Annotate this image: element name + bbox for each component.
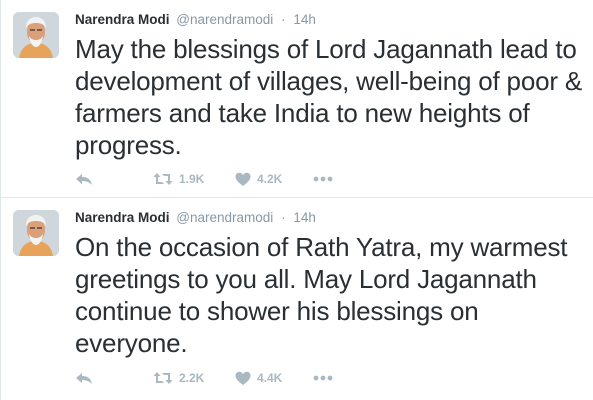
tweet-header: Narendra Modi @narendramodi · 14h — [75, 11, 316, 29]
author-handle[interactable]: @narendramodi — [176, 12, 273, 27]
like-button[interactable]: 4.4K — [235, 368, 282, 388]
reply-button[interactable] — [75, 368, 93, 388]
time-separator: · — [281, 12, 286, 27]
tweet-text: May the blessings of Lord Jagannath lead… — [75, 34, 582, 160]
tweet-time[interactable]: 14h — [293, 12, 316, 27]
retweet-icon — [153, 372, 173, 384]
more-button[interactable] — [313, 368, 333, 388]
like-button[interactable]: 4.2K — [235, 169, 282, 189]
tweet-timeline: Narendra Modi @narendramodi · 14h May th… — [0, 0, 593, 400]
reply-button[interactable] — [75, 169, 93, 189]
tweet[interactable]: Narendra Modi @narendramodi · 14h May th… — [1, 0, 593, 197]
tweet-text: On the occasion of Rath Yatra, my warmes… — [75, 232, 568, 358]
like-count: 4.4K — [257, 371, 283, 385]
retweet-count: 2.2K — [179, 371, 205, 385]
author-name[interactable]: Narendra Modi — [75, 210, 170, 225]
time-separator: · — [281, 210, 286, 225]
avatar[interactable] — [13, 12, 59, 58]
tweet-actions: 1.9K 4.2K — [75, 169, 375, 189]
reply-icon — [76, 373, 92, 384]
heart-icon — [235, 172, 251, 186]
more-icon — [313, 375, 333, 381]
more-button[interactable] — [313, 169, 333, 189]
author-name[interactable]: Narendra Modi — [75, 12, 170, 27]
heart-icon — [235, 371, 251, 385]
tweet[interactable]: Narendra Modi @narendramodi · 14h On the… — [1, 198, 593, 400]
tweet-header: Narendra Modi @narendramodi · 14h — [75, 209, 316, 227]
reply-icon — [76, 174, 92, 185]
retweet-button[interactable]: 2.2K — [153, 368, 204, 388]
more-icon — [313, 176, 333, 182]
retweet-button[interactable]: 1.9K — [153, 169, 204, 189]
like-count: 4.2K — [257, 172, 283, 186]
retweet-icon — [153, 173, 173, 185]
tweet-actions: 2.2K 4.4K — [75, 368, 375, 388]
tweet-time[interactable]: 14h — [293, 210, 316, 225]
retweet-count: 1.9K — [179, 172, 205, 186]
author-handle[interactable]: @narendramodi — [176, 210, 273, 225]
avatar[interactable] — [13, 210, 59, 256]
